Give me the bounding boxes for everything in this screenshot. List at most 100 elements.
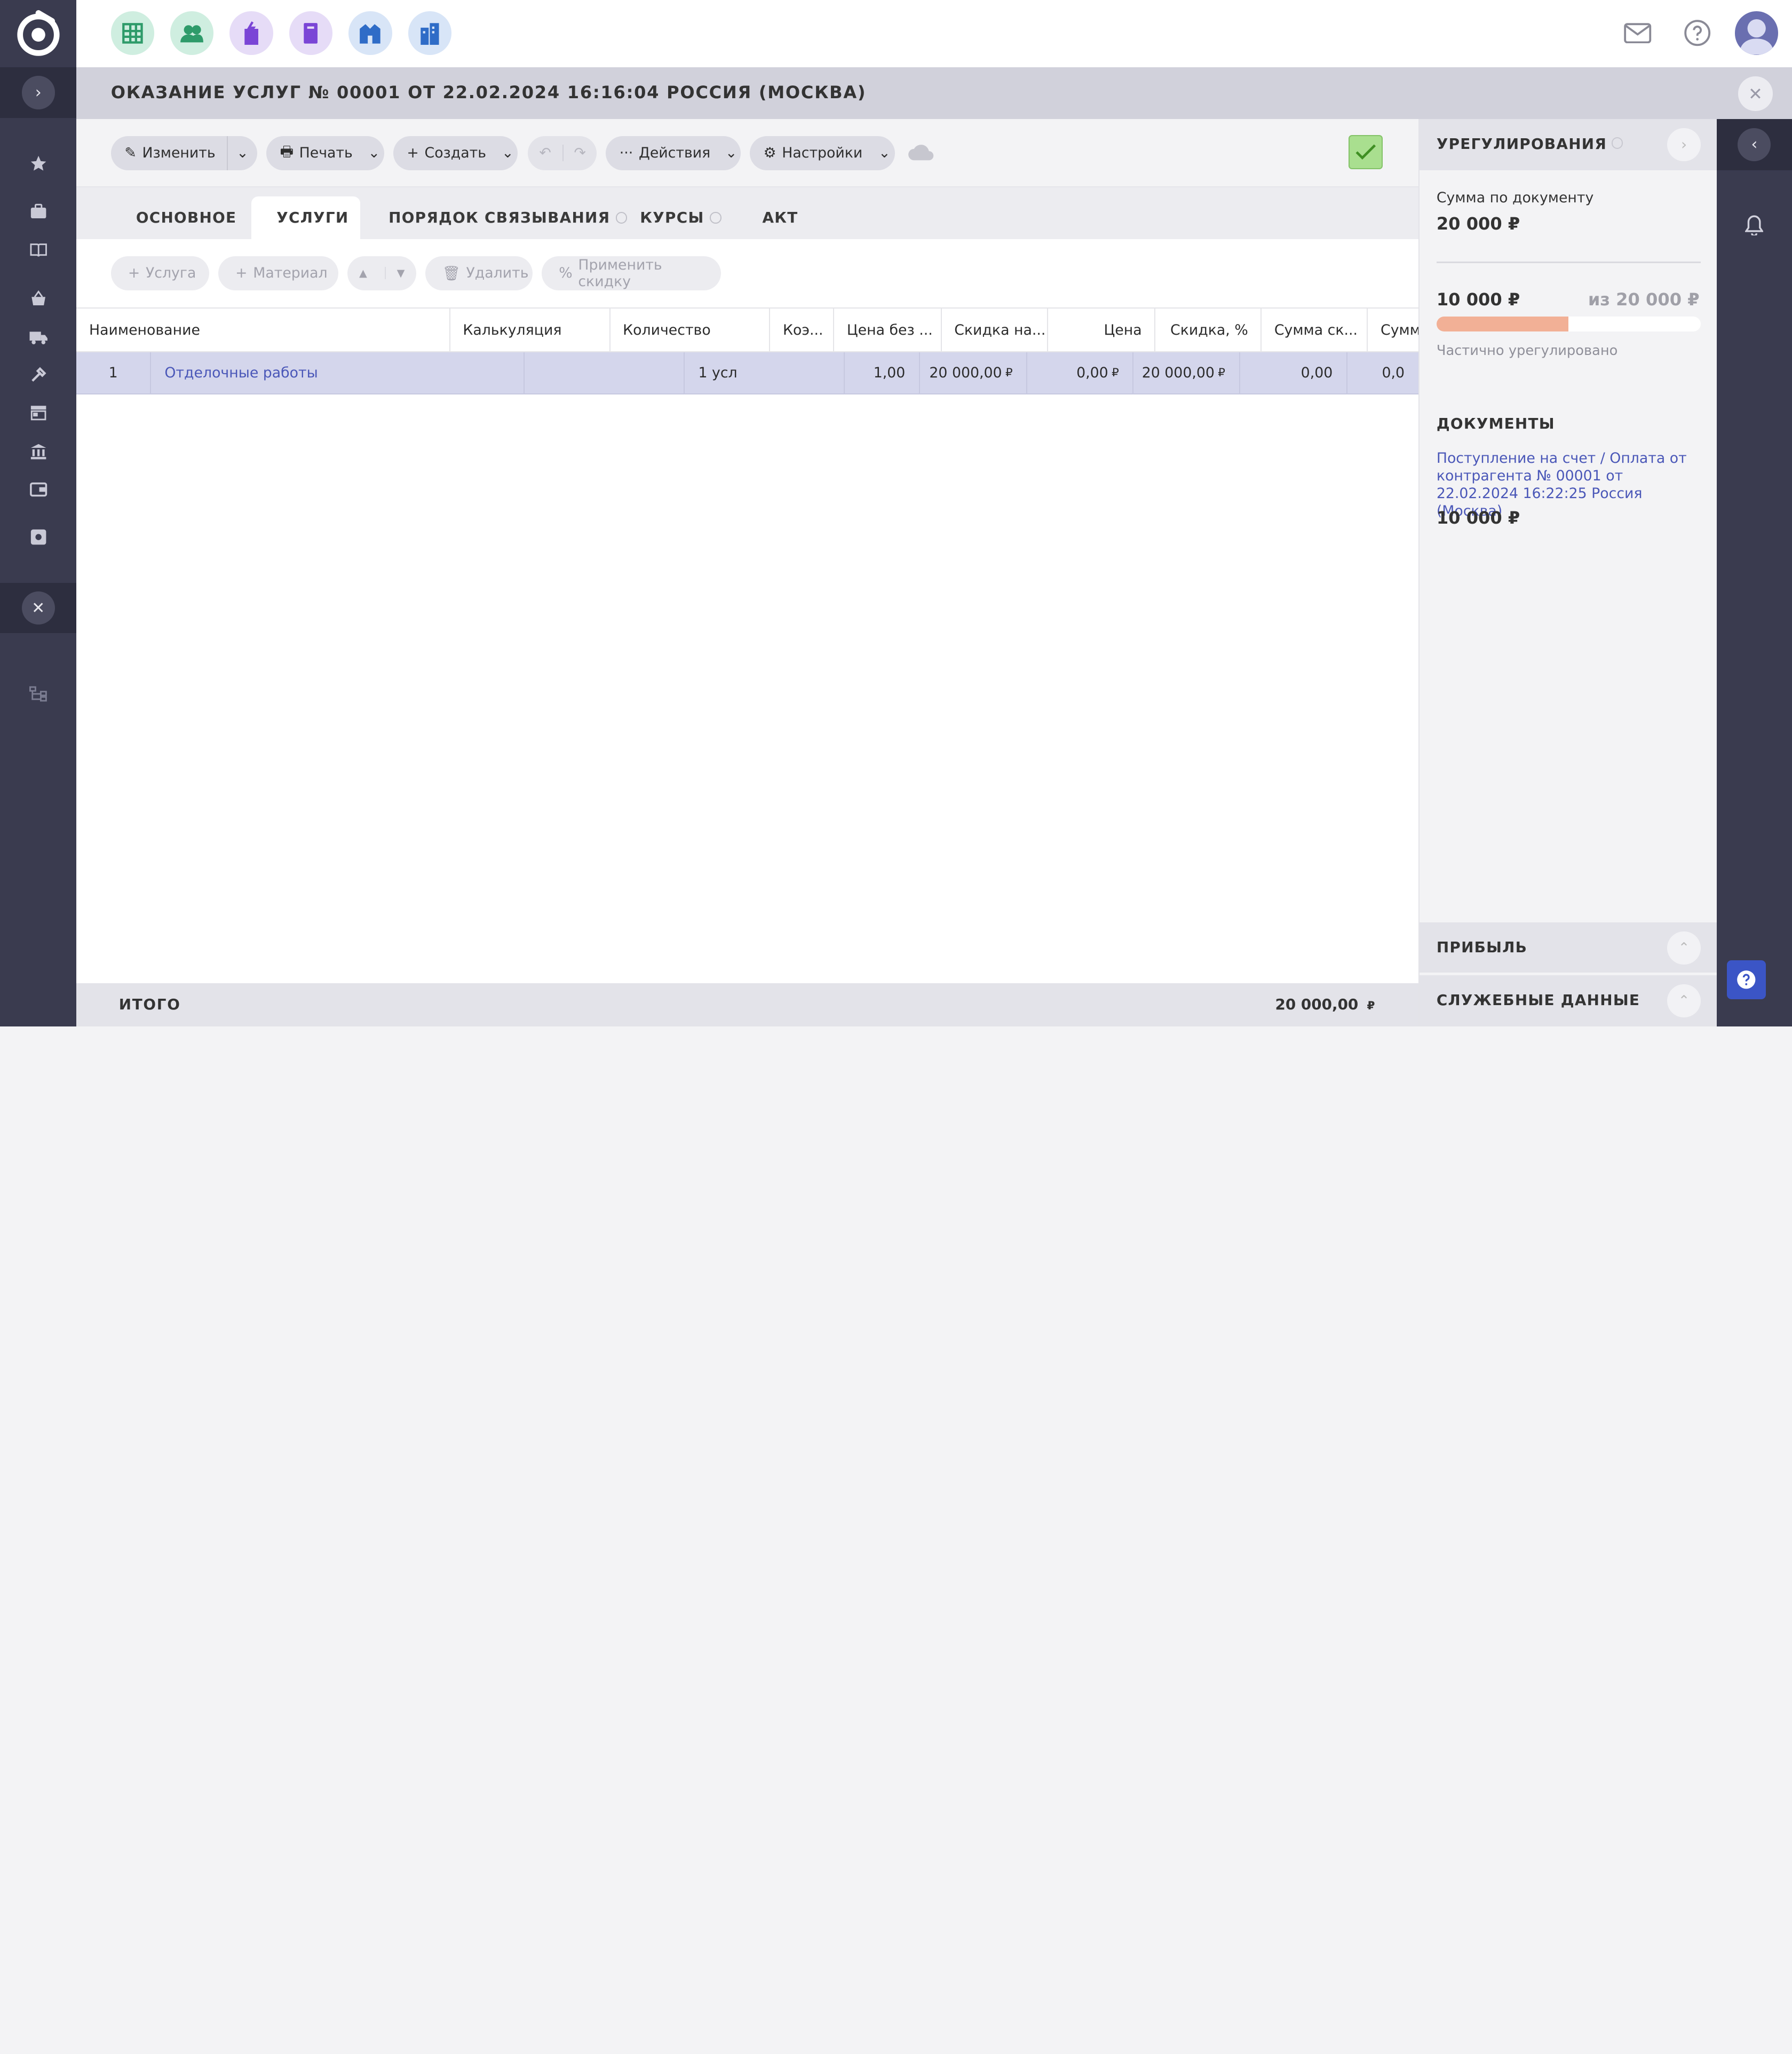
plus-icon: +: [128, 265, 140, 282]
app-contacts-icon[interactable]: [170, 11, 214, 55]
tab-main[interactable]: ОСНОВНОЕ: [111, 196, 262, 239]
expand-rail-button[interactable]: ›: [0, 67, 77, 118]
pencil-icon: ✎: [124, 145, 137, 162]
briefcase-icon[interactable]: [0, 194, 76, 228]
column-header[interactable]: Наименование: [76, 309, 450, 352]
create-button[interactable]: + Создать ⌄: [393, 136, 518, 171]
service-name-link[interactable]: Отделочные работы: [151, 352, 525, 393]
discount-on-cell[interactable]: 0,00 ₽: [1027, 352, 1134, 393]
collapse-panel-button[interactable]: ‹: [1716, 118, 1792, 171]
truck-icon[interactable]: [0, 320, 76, 354]
tab-label: УСЛУГИ: [276, 209, 349, 227]
currency: ₽: [1367, 999, 1375, 1013]
app-buildings-icon[interactable]: [408, 11, 451, 55]
tab-label: КУРСЫ: [640, 209, 704, 227]
coefficient-cell[interactable]: 1,00: [845, 352, 920, 393]
redo-icon[interactable]: ↷: [562, 145, 597, 162]
column-header[interactable]: Калькуляция: [450, 309, 610, 352]
app-storage-icon[interactable]: [348, 11, 392, 55]
discount-percent-cell[interactable]: 0,00: [1240, 352, 1347, 393]
service-data-section[interactable]: СЛУЖЕБНЫЕ ДАННЫЕ ⌃: [1419, 975, 1718, 1027]
undo-icon[interactable]: ↶: [528, 145, 562, 161]
tab-act[interactable]: АКТ: [737, 196, 823, 239]
column-header[interactable]: Цена: [1048, 309, 1156, 352]
settings-label: Настройки: [782, 145, 863, 162]
logo[interactable]: [0, 0, 76, 67]
close-rail-button[interactable]: ✕: [0, 583, 77, 634]
column-header[interactable]: Скидка на...: [942, 309, 1048, 352]
bell-icon[interactable]: [1717, 208, 1792, 242]
edit-label: Изменить: [142, 145, 216, 162]
app-tables-icon[interactable]: [110, 11, 155, 55]
wallet-icon[interactable]: [0, 472, 76, 506]
delete-button[interactable]: 🗑 Удалить: [425, 256, 533, 290]
column-header[interactable]: Коэ...: [770, 309, 835, 352]
plus-icon: +: [235, 265, 248, 282]
apply-discount-button[interactable]: % Применить скидку: [542, 256, 721, 290]
hierarchy-icon[interactable]: [0, 677, 76, 711]
column-header[interactable]: Скидка, %: [1155, 309, 1262, 352]
bank-icon[interactable]: [0, 434, 76, 469]
basket-icon[interactable]: [0, 281, 76, 315]
cloud-icon: [907, 142, 934, 168]
column-header[interactable]: Количество: [610, 309, 771, 352]
chevron-down-icon: ⌄: [725, 145, 738, 162]
app-book-icon[interactable]: [289, 11, 333, 55]
move-down-icon[interactable]: ▼: [384, 267, 416, 280]
edit-button[interactable]: ✎ Изменить ⌄: [110, 136, 257, 171]
progress-fill: [1436, 317, 1569, 332]
column-header[interactable]: Сумма ск...: [1262, 309, 1368, 352]
document-title-bar: ОКАЗАНИЕ УСЛУГ № 00001 ОТ 22.02.2024 16:…: [76, 67, 1792, 119]
app-documents-icon[interactable]: [229, 11, 273, 55]
settlement-progress-bar: [1436, 317, 1701, 332]
settlement-panel: УРЕГУЛИРОВАНИЯ › Сумма по документу 20 0…: [1418, 118, 1718, 1027]
help-circle-icon[interactable]: [1678, 14, 1717, 53]
tab-rates[interactable]: КУРСЫ: [615, 196, 747, 239]
settlement-title: УРЕГУЛИРОВАНИЯ: [1437, 135, 1623, 153]
chevron-down-icon: ⌄: [878, 145, 891, 162]
settings-box-icon[interactable]: [0, 520, 76, 554]
profit-heading: ПРИБЫЛЬ: [1436, 938, 1528, 957]
divider: [1436, 262, 1701, 263]
price-without-discount-cell[interactable]: 20 000,00 ₽: [920, 352, 1028, 393]
currency: ₽: [1005, 366, 1013, 380]
logo-icon: [17, 10, 60, 56]
tools-icon[interactable]: [0, 358, 76, 392]
chevron-up-icon[interactable]: ⌃: [1667, 984, 1701, 1017]
add-material-label: Материал: [253, 265, 328, 282]
tab-linking-order[interactable]: ПОРЯДОК СВЯЗЫВАНИЯ: [363, 196, 653, 239]
create-label: Создать: [424, 145, 487, 162]
move-up-icon[interactable]: ▲: [347, 267, 379, 279]
table-row[interactable]: 1 Отделочные работы 1 усл 1,00 20 000,00…: [76, 352, 1418, 394]
close-document-button[interactable]: ✕: [1738, 76, 1773, 111]
chevron-down-icon: ⌄: [368, 145, 380, 162]
chevron-up-icon[interactable]: ⌃: [1667, 931, 1701, 965]
chevron-down-icon[interactable]: ⌄: [227, 136, 257, 171]
avatar[interactable]: [1734, 11, 1779, 55]
help-chat-button[interactable]: [1726, 960, 1766, 999]
print-button[interactable]: 🖶 Печать ⌄: [266, 136, 384, 171]
store-icon[interactable]: [0, 396, 76, 430]
services-panel: + Услуга + Материал ▲ ▼ 🗑 Удалить % Применит…: [76, 239, 1418, 1027]
star-icon[interactable]: [0, 146, 76, 180]
add-service-button[interactable]: + Услуга: [110, 256, 209, 290]
document-tabs: ОСНОВНОЕ УСЛУГИ ПОРЯДОК СВЯЗЫВАНИЯ КУРСЫ…: [76, 187, 1418, 239]
settings-button[interactable]: ⚙ Настройки ⌄: [749, 136, 895, 171]
chevron-right-icon[interactable]: ›: [1667, 128, 1701, 161]
quantity-cell[interactable]: 1 усл: [685, 352, 845, 393]
mail-icon[interactable]: [1619, 14, 1658, 53]
column-header[interactable]: Сумм: [1368, 309, 1418, 352]
book-open-icon[interactable]: [0, 233, 76, 267]
calculation-cell[interactable]: [525, 352, 685, 393]
more-dots-icon: ···: [619, 145, 633, 162]
user-icon: [1739, 19, 1774, 55]
actions-button[interactable]: ··· Действия ⌄: [606, 136, 741, 171]
add-material-button[interactable]: + Материал: [218, 256, 338, 290]
apply-discount-label: Применить скидку: [578, 256, 662, 290]
tab-services[interactable]: УСЛУГИ: [251, 196, 360, 239]
column-header[interactable]: Цена без ...: [834, 309, 942, 352]
discount-sum-cell[interactable]: 0,0: [1347, 352, 1418, 393]
posted-checkbox[interactable]: [1349, 135, 1383, 169]
profit-section[interactable]: ПРИБЫЛЬ ⌃: [1419, 922, 1718, 973]
price-cell[interactable]: 20 000,00 ₽: [1133, 352, 1240, 393]
